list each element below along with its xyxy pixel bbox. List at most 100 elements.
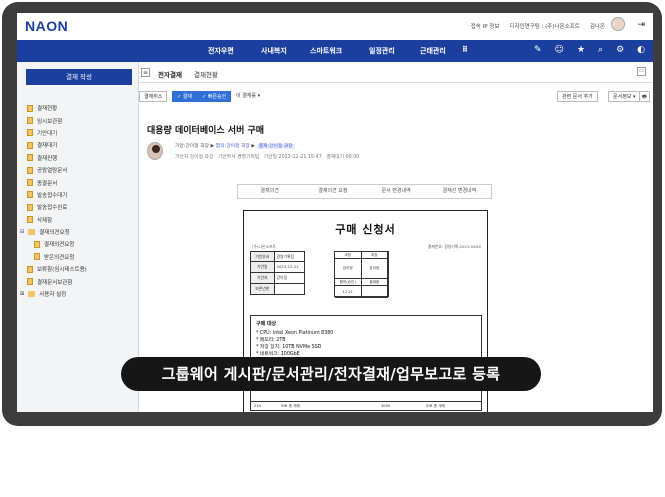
nav-welfare[interactable]: 사내복지 <box>261 46 287 56</box>
meta-dept: 기안부서 경영기획팀 <box>217 155 260 160</box>
sidebar-item-hold[interactable]: 보류함(임시테스트용) <box>27 263 87 275</box>
form-info-table: 기안부서 경영기획팀 기안일 2023-12-21 기안자 강이정 보존년한 <box>250 251 305 295</box>
sidebar-item-in-progress[interactable]: 결재진행 <box>27 152 87 164</box>
list-item: * 저장 장치: 10TB NVMe SSD <box>256 345 322 350</box>
sidebar-item-user-settings[interactable]: ⊞ 사용자 설정 <box>20 288 87 300</box>
more-actions-dropdown[interactable]: 이 결재를 ▾ <box>232 91 265 102</box>
page-subtitle: 결재현황 <box>194 71 218 79</box>
sidebar-item-approval-wait[interactable]: 결재대기 <box>27 139 87 151</box>
flow-step-approve[interactable]: 결재:강이정 과장 <box>256 144 295 149</box>
approval-cell <box>361 286 388 298</box>
org-link[interactable]: 디자인연구팀 : (주)나온소프트 <box>509 22 579 30</box>
sidebar-item-send-wait[interactable]: 발송접수대기 <box>27 189 87 201</box>
approval-cell: 과장 <box>335 252 362 259</box>
doc-info-dropdown[interactable]: 문서정보 ▾ <box>608 91 641 102</box>
flow-step-draft: 기안:강이정 과장 ▶ <box>175 144 215 149</box>
user-name[interactable]: 김나온 <box>590 22 605 30</box>
print-icon[interactable]: 🖶 <box>639 91 650 102</box>
document-icon <box>34 240 40 248</box>
approve-button[interactable]: ✓ 결재 <box>172 91 197 102</box>
approval-flow: 기안:강이정 과장 ▶ 합의:강이정 과장 ▶ 결재:강이정 과장 <box>175 142 295 149</box>
sidebar-item-opinion-request[interactable]: 결재의견요청 <box>34 238 87 250</box>
approval-cell: 강이정 <box>335 259 362 279</box>
document-icon <box>27 191 33 199</box>
chat-icon[interactable]: ☺ <box>555 45 564 55</box>
approval-stamp-table: 과장 과장 강이정 강이정 합의(승인) 결재중 12-21 <box>334 251 389 298</box>
meta-date: 기안일 2023-12-21 15:47 <box>263 155 322 160</box>
sidebar-item-trash[interactable]: 삭제함 <box>27 214 87 226</box>
nav-mail[interactable]: 전자우편 <box>208 46 234 56</box>
add-related-doc-button[interactable]: 관련 문서 추가 <box>557 91 598 102</box>
settings-icon[interactable]: ⚙ <box>616 45 624 55</box>
top-links: 접속 IP 정보 디자인연구팀 : (주)나온소프트 김나온 <box>471 22 605 30</box>
document-icon <box>27 179 33 187</box>
nav-icons: ✎ ☺ ★ ⌕ ⚙ ◐ <box>534 45 645 55</box>
search-icon[interactable]: ⌕ <box>598 45 603 55</box>
document-icon <box>27 265 33 273</box>
user-avatar[interactable] <box>611 17 625 31</box>
collapse-icon[interactable]: ⊟ <box>20 229 24 235</box>
sidebar-menu: 결재현황 임시보관함 기안대기 결재대기 결재진행 공람열람문서 종결문서 발송… <box>20 102 87 300</box>
document-icon <box>27 129 33 137</box>
form-company: (주)나온소프트 <box>252 244 276 249</box>
meta-drafter: 기안자 강이정 과장 <box>175 155 214 160</box>
approval-cell: 강이정 <box>361 259 388 279</box>
table-row: 기안일 2023-12-21 <box>250 262 305 273</box>
document-meta: 기안자 강이정 과장 기안부서 경영기획팀 기안일 2023-12-21 15:… <box>175 153 359 160</box>
document-icon <box>27 203 33 211</box>
document-icon <box>34 253 40 261</box>
compose-approval-button[interactable]: 결재 작성 <box>26 69 132 85</box>
app-logo[interactable]: NAON <box>25 18 68 34</box>
author-avatar <box>147 142 163 160</box>
logout-icon[interactable]: ⇥ <box>637 20 645 30</box>
approval-cell: 결재중 <box>361 279 388 286</box>
apps-icon[interactable]: ⠿ <box>462 45 468 54</box>
form-doc-no: 결재번호: 경영기획-2023-XXXX <box>427 244 481 249</box>
nav-attendance[interactable]: 근태관리 <box>420 46 446 56</box>
document-icon <box>27 141 33 149</box>
approval-cell: 12-21 <box>335 286 362 298</box>
meta-wait: 결재대기 00:00 <box>326 155 360 160</box>
flow-step-agree[interactable]: 합의:강이정 과장 <box>216 144 250 149</box>
sidebar-item-closed[interactable]: 종결문서 <box>27 176 87 188</box>
list-item: * 메모리: 2TB <box>256 338 286 343</box>
cancel-approval-button[interactable]: 결재취소 <box>139 91 168 102</box>
document-icon <box>27 104 33 112</box>
palette-icon[interactable]: ◐ <box>637 45 645 55</box>
approval-toolbar: 결재취소 ✓ 결재 ✓ 빠른승인 이 결재를 ▾ 관련 문서 추가 문서정보 ▾… <box>139 91 653 105</box>
quick-approve-button[interactable]: ✓ 빠른승인 <box>197 91 232 102</box>
flow-arrow: ▶ <box>251 144 256 149</box>
document-tabs: 결재의견 결재의견 요청 문서 변경내역 결재선 변경내역 <box>237 184 492 199</box>
menu-toggle-icon[interactable]: ≡ <box>141 68 150 77</box>
nav-smartwork[interactable]: 스마트워크 <box>310 46 342 56</box>
tab-opinion-request[interactable]: 결재의견 요청 <box>301 185 364 198</box>
star-icon[interactable]: ★ <box>577 45 585 55</box>
document-icon <box>27 216 33 224</box>
table-row: 기안부서 경영기획팀 <box>250 251 305 262</box>
main-nav: 전자우편 사내복지 스마트워크 일정관리 근태관리 ⠿ ✎ ☺ ★ ⌕ ⚙ ◐ <box>17 40 653 62</box>
top-bar: NAON 접속 IP 정보 디자인연구팀 : (주)나온소프트 김나온 ⇥ <box>17 13 653 40</box>
sidebar-item-temp[interactable]: 임시보관함 <box>27 114 87 126</box>
expand-icon[interactable]: ⊞ <box>20 291 24 297</box>
tab-opinion[interactable]: 결재의견 <box>238 185 301 198</box>
document-icon <box>27 166 33 174</box>
nav-schedule[interactable]: 일정관리 <box>369 46 395 56</box>
promo-banner: 그룹웨어 게시판/문서관리/전자결재/업무보고로 등록 <box>121 357 541 391</box>
tab-line-history[interactable]: 결재선 변경내역 <box>428 185 491 198</box>
table-row: 보존년한 <box>250 284 305 295</box>
sidebar-item-received-opinion[interactable]: 받은의견요청 <box>34 251 87 263</box>
sidebar-item-opinion-group[interactable]: ⊟ 결재의견요청 <box>20 226 87 238</box>
sidebar-item-draft-wait[interactable]: 기안대기 <box>27 127 87 139</box>
sidebar-item-send-done[interactable]: 발송접수완료 <box>27 201 87 213</box>
monitor-icon[interactable]: ▭ <box>637 67 646 76</box>
sidebar: 결재 작성 결재현황 임시보관함 기안대기 결재대기 결재진행 공람열람문서 종… <box>17 62 139 412</box>
sidebar-item-shared[interactable]: 공람열람문서 <box>27 164 87 176</box>
sidebar-item-archive[interactable]: 결재문서보관함 <box>27 275 87 287</box>
pen-icon[interactable]: ✎ <box>534 45 542 55</box>
approval-cell: 과장 <box>361 252 388 259</box>
sidebar-item-status[interactable]: 결재현황 <box>27 102 87 114</box>
content-header: ≡ 전자결재 결재현황 ▭ <box>139 62 653 83</box>
document-title: 대용량 데이터베이스 서버 구매 <box>147 126 265 136</box>
tab-doc-history[interactable]: 문서 변경내역 <box>365 185 428 198</box>
ip-info-link[interactable]: 접속 IP 정보 <box>471 22 500 30</box>
